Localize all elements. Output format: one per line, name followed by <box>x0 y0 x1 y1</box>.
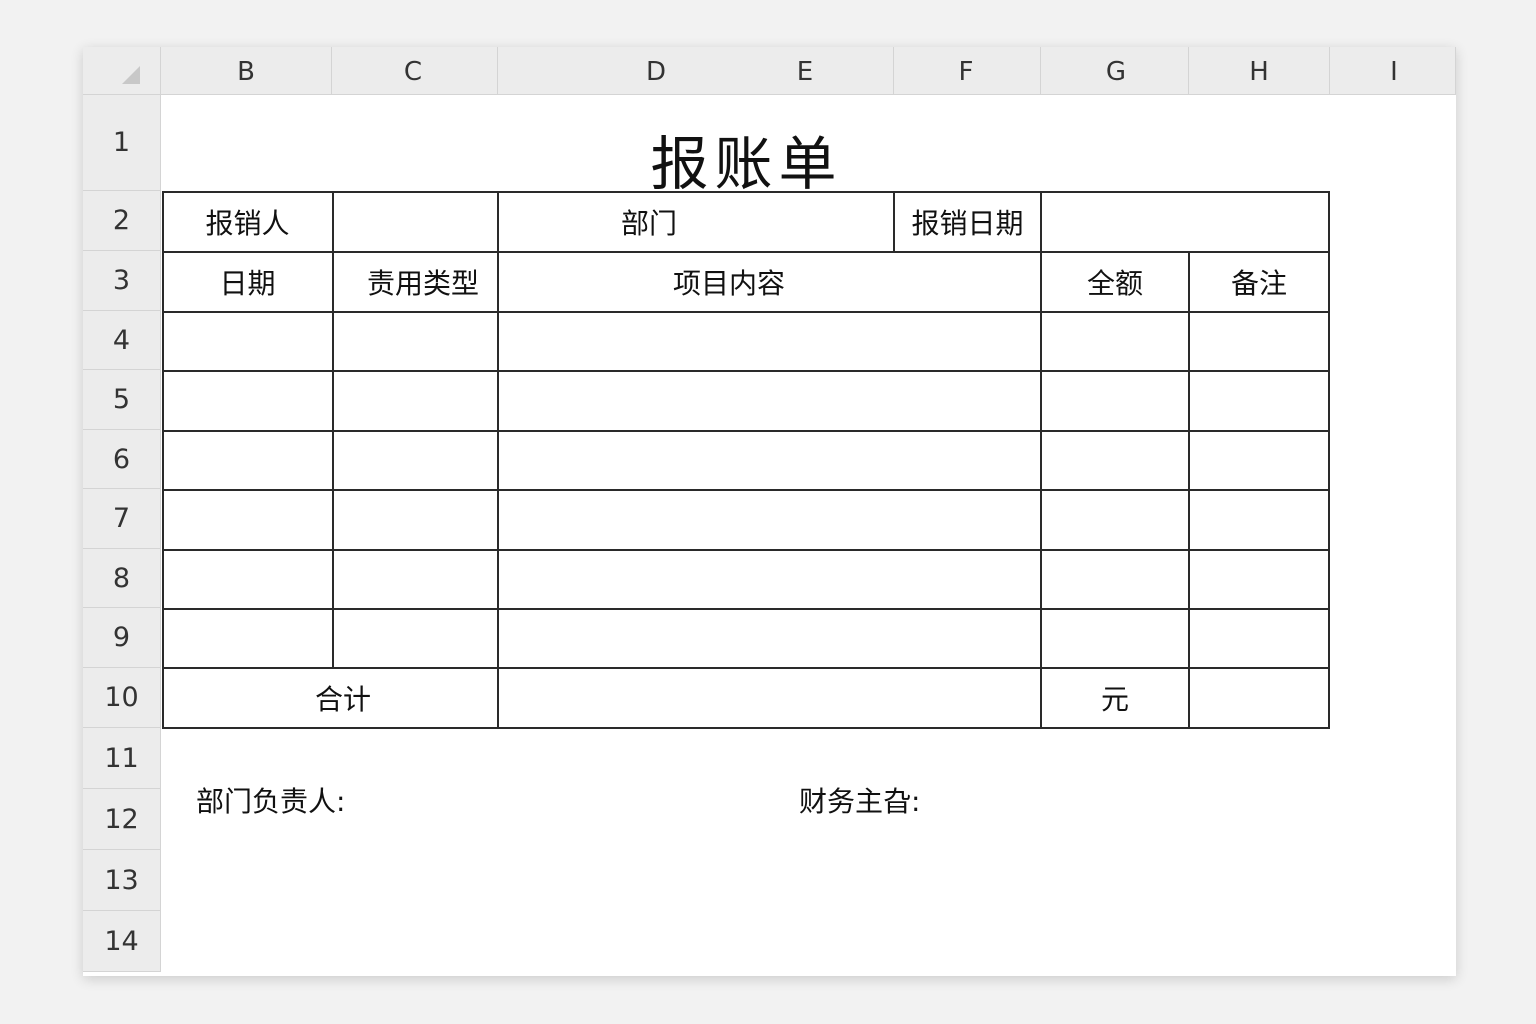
department-label: 部门 <box>620 206 677 240</box>
currency-unit: 元 <box>1100 682 1129 716</box>
row-header-2[interactable]: 2 <box>83 191 161 251</box>
row-header-13[interactable]: 13 <box>83 850 161 911</box>
row-label: 12 <box>104 803 139 835</box>
column-label-B: B <box>237 57 255 87</box>
row-label: 4 <box>112 324 131 356</box>
row-header-1[interactable]: 1 <box>83 95 161 191</box>
row-label: 2 <box>112 205 131 236</box>
table-border <box>162 489 1330 491</box>
header-date: 日期 <box>219 266 276 300</box>
row-label: 8 <box>112 562 131 594</box>
row-label: 7 <box>112 503 131 534</box>
table-border <box>162 549 1330 551</box>
row-header-11[interactable]: 11 <box>83 728 161 789</box>
select-all-corner[interactable] <box>83 47 161 95</box>
column-header-H[interactable]: H <box>1189 47 1330 95</box>
row-header-10[interactable]: 10 <box>83 668 161 728</box>
row-label: 11 <box>104 742 139 774</box>
table-border <box>162 727 1330 729</box>
column-label-H: H <box>1249 57 1269 87</box>
table-border <box>162 370 1330 372</box>
row-label: 13 <box>104 864 139 896</box>
column-header-C[interactable]: C <box>332 47 498 95</box>
table-border <box>162 608 1330 610</box>
row-header-9[interactable]: 9 <box>83 608 161 668</box>
report-date-label: 报销日期 <box>911 206 1024 240</box>
table-border <box>1328 191 1330 728</box>
table-border <box>162 311 1330 313</box>
column-header-D-E[interactable]: D E <box>498 47 894 95</box>
reporter-label: 报销人 <box>205 206 290 240</box>
column-header-F[interactable]: F <box>894 47 1041 95</box>
column-label-D: D <box>645 57 667 87</box>
header-amount: 全额 <box>1086 266 1143 300</box>
column-header-B[interactable]: B <box>161 47 332 95</box>
column-label-E: E <box>796 57 814 87</box>
column-label-I: I <box>1390 57 1398 87</box>
column-label-G: G <box>1105 57 1127 87</box>
row-label: 6 <box>112 443 131 475</box>
select-all-triangle-icon <box>122 66 140 84</box>
dept-head-signature-label: 部门负责人: <box>196 785 346 818</box>
column-header-G[interactable]: G <box>1041 47 1189 95</box>
row-header-3[interactable]: 3 <box>83 251 161 311</box>
row-label: 9 <box>112 622 131 653</box>
row-header-12[interactable]: 12 <box>83 789 161 850</box>
column-header-I[interactable]: I <box>1330 47 1456 95</box>
spreadsheet-sheet: B C D E F G H I 1 2 3 4 5 6 7 8 9 10 11 … <box>83 47 1456 976</box>
row-label: 14 <box>104 925 139 957</box>
header-remark: 备注 <box>1230 266 1287 300</box>
total-remark-cell[interactable] <box>1190 668 1328 727</box>
header-expense-type: 责用类型 <box>366 266 479 300</box>
table-border <box>1188 251 1190 728</box>
row-header-5[interactable]: 5 <box>83 370 161 430</box>
table-border <box>162 430 1330 432</box>
form-title: 报账单 <box>650 130 843 198</box>
row-label: 10 <box>104 682 139 713</box>
row-header-14[interactable]: 14 <box>83 911 161 972</box>
column-label-C: C <box>403 57 423 87</box>
row-header-4[interactable]: 4 <box>83 311 161 370</box>
reporter-input-cell[interactable] <box>334 192 497 251</box>
total-label: 合计 <box>314 682 371 716</box>
report-date-input-cell[interactable] <box>1042 192 1328 251</box>
row-header-7[interactable]: 7 <box>83 489 161 549</box>
row-label: 1 <box>112 127 131 158</box>
finance-supervisor-signature-label: 财务主旮: <box>799 785 921 818</box>
row-label: 5 <box>112 384 131 415</box>
column-label-F: F <box>958 57 974 87</box>
header-item-content: 项目内容 <box>672 266 785 300</box>
row-header-6[interactable]: 6 <box>83 430 161 489</box>
row-header-8[interactable]: 8 <box>83 549 161 608</box>
row-label: 3 <box>112 265 131 296</box>
total-amount-cell[interactable] <box>499 668 1040 727</box>
